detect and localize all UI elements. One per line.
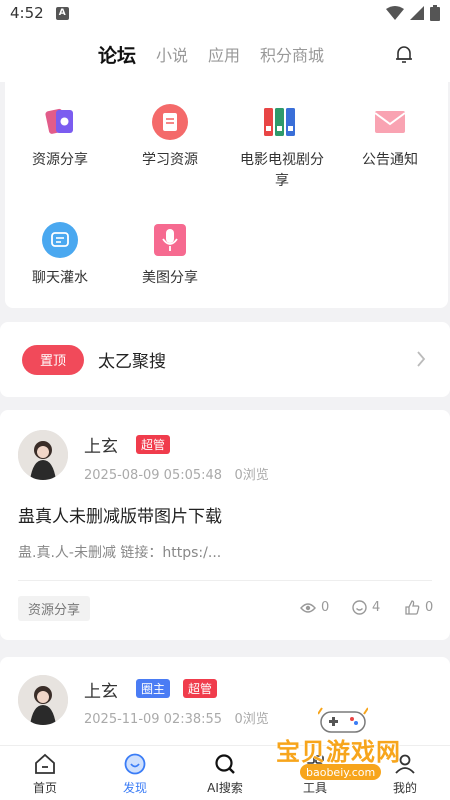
cards-icon	[45, 108, 73, 134]
post-title[interactable]: 蛊真人未删减版带图片下载	[18, 502, 222, 527]
post-date: 2025-08-09 05:05:48 0浏览	[84, 464, 269, 483]
battery-icon	[430, 5, 440, 21]
category-movie-share[interactable]: 电影电视剧分享	[225, 104, 335, 192]
document-icon	[152, 104, 188, 140]
post-timestamp: 2025-11-09 02:38:55	[84, 712, 223, 727]
post-card[interactable]: 上玄 圈主 超管 2025-11-09 02:38:55 0浏览	[0, 657, 450, 757]
divider	[18, 580, 432, 581]
pinned-badge: 置顶	[22, 344, 84, 375]
chat-icon	[42, 222, 78, 258]
post-view-count: 0浏览	[234, 468, 269, 483]
cell-signal-icon	[410, 6, 424, 20]
category-resource-share[interactable]: 资源分享	[5, 104, 115, 171]
category-label: 资源分享	[32, 152, 88, 168]
avatar[interactable]	[18, 430, 68, 480]
category-announcements[interactable]: 公告通知	[335, 104, 445, 171]
tab-points-mall[interactable]: 积分商城	[260, 42, 324, 66]
author-name[interactable]: 上玄	[84, 677, 118, 702]
post-excerpt: 蛊.真.人-未删减 链接：https:/...	[18, 545, 222, 561]
avatar-image	[18, 430, 68, 480]
thumbs-count: 0	[425, 600, 434, 615]
tab-forum[interactable]: 论坛	[98, 41, 136, 68]
notification-icon: A	[55, 6, 69, 20]
chevron-right-icon	[417, 351, 426, 367]
tab-novel[interactable]: 小说	[156, 42, 188, 66]
post-date: 2025-11-09 02:38:55 0浏览	[84, 708, 269, 727]
nav-label: 工具	[302, 781, 327, 795]
post-timestamp: 2025-08-09 05:05:48	[84, 468, 223, 483]
nav-label: 发现	[122, 781, 147, 795]
post-tag[interactable]: 资源分享	[18, 596, 91, 621]
search-icon	[215, 754, 235, 774]
wifi-icon	[386, 6, 404, 20]
nav-home[interactable]: 首页	[0, 746, 90, 800]
post-card[interactable]: 上玄 超管 2025-08-09 05:05:48 0浏览 蛊真人未删减版带图片…	[0, 410, 450, 640]
pinned-post[interactable]: 置顶 太乙聚搜	[0, 322, 450, 397]
thumbs-up-icon	[405, 600, 420, 615]
nav-tools[interactable]: 工具	[270, 746, 360, 800]
bottom-nav: 首页 发现 AI搜索 工具 我的	[0, 745, 450, 800]
thumbs-stat[interactable]: 0	[405, 600, 433, 615]
admin-badge: 超管	[183, 679, 218, 698]
home-icon	[35, 753, 55, 774]
top-nav: 论坛 小说 应用 积分商城	[0, 26, 450, 82]
pinned-title: 太乙聚搜	[98, 352, 166, 372]
tab-apps[interactable]: 应用	[208, 42, 240, 66]
category-grid: 资源分享 学习资源 电影电视剧分享 公告通知 聊天灌水 美图分享	[5, 82, 448, 308]
category-label: 电影电视剧分享	[240, 152, 324, 189]
post-view-count: 0浏览	[234, 712, 269, 727]
nav-label: AI搜索	[207, 781, 243, 795]
smile-icon	[352, 600, 367, 615]
view-count: 0	[321, 600, 330, 615]
avatar[interactable]	[18, 675, 68, 725]
bell-icon[interactable]	[394, 44, 414, 64]
nav-discover[interactable]: 发现	[90, 746, 180, 800]
eye-icon	[300, 602, 316, 613]
category-label: 学习资源	[142, 152, 198, 168]
microphone-icon	[154, 224, 186, 256]
avatar-image	[18, 675, 68, 725]
nav-ai-search[interactable]: AI搜索	[180, 746, 270, 800]
nav-label: 首页	[32, 781, 57, 795]
category-chat[interactable]: 聊天灌水	[5, 222, 115, 289]
view-stat: 0	[300, 600, 329, 615]
author-name[interactable]: 上玄	[84, 432, 118, 457]
like-count: 4	[372, 600, 381, 615]
status-time: 4:52	[10, 4, 44, 22]
category-image-share[interactable]: 美图分享	[115, 222, 225, 289]
binders-icon	[264, 108, 295, 136]
nav-profile[interactable]: 我的	[360, 746, 450, 800]
owner-badge: 圈主	[136, 679, 171, 698]
profile-icon	[395, 754, 415, 774]
nav-label: 我的	[392, 781, 417, 795]
status-bar: 4:52 A	[0, 0, 450, 26]
category-label: 聊天灌水	[32, 270, 88, 286]
category-label: 公告通知	[362, 152, 418, 168]
mail-icon	[374, 111, 406, 133]
discover-icon	[124, 753, 146, 775]
category-study-resources[interactable]: 学习资源	[115, 104, 225, 171]
tools-icon	[306, 755, 324, 773]
category-label: 美图分享	[142, 270, 198, 286]
like-stat[interactable]: 4	[352, 600, 380, 615]
admin-badge: 超管	[136, 435, 171, 454]
